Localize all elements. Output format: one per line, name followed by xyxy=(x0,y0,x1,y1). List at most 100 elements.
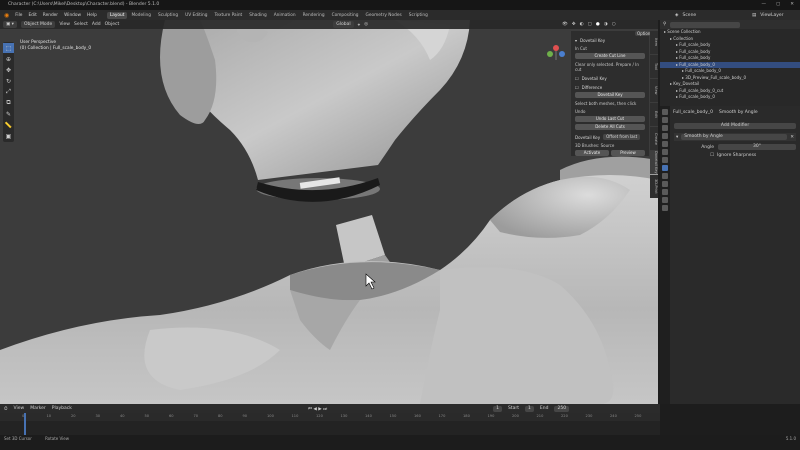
menu-window[interactable]: Window xyxy=(64,13,81,18)
tab-geometry-nodes[interactable]: Geometry Nodes xyxy=(363,12,405,19)
tab-modeling[interactable]: Modeling xyxy=(128,12,154,19)
particles-tab-icon[interactable] xyxy=(662,173,668,179)
timeline-editor-icon[interactable]: ⏱ xyxy=(4,406,8,412)
menu-marker[interactable]: Marker xyxy=(30,406,46,411)
checkbox-icon[interactable]: ☐ xyxy=(575,76,579,81)
close-button[interactable]: ✕ xyxy=(790,0,794,10)
shading-material-icon[interactable]: ◑ xyxy=(604,22,608,27)
material-tab-icon[interactable] xyxy=(662,205,668,211)
output-tab-icon[interactable] xyxy=(662,125,668,131)
shading-solid-icon[interactable]: ● xyxy=(596,22,600,27)
object-tab-icon[interactable] xyxy=(662,157,668,163)
tab-layout[interactable]: Layout xyxy=(106,11,128,19)
scale-icon[interactable]: ⤢ xyxy=(3,87,14,97)
data-tab-icon[interactable] xyxy=(662,197,668,203)
move-icon[interactable]: ✥ xyxy=(3,65,14,75)
offset-field[interactable]: Offset from last xyxy=(603,134,641,140)
cursor-icon[interactable]: ⊕ xyxy=(3,54,14,64)
outliner-search-input[interactable] xyxy=(670,21,741,28)
physics-tab-icon[interactable] xyxy=(662,181,668,187)
menu-help[interactable]: Help xyxy=(87,13,97,18)
timeline[interactable]: 0102030405060708090100110120130140150160… xyxy=(0,413,660,435)
editor-type-button[interactable]: ▣ ▾ xyxy=(3,21,17,28)
measure-icon[interactable]: 📏 xyxy=(3,120,14,130)
snap-icon[interactable]: ⌖ xyxy=(358,22,361,28)
modifier-tab-icon[interactable] xyxy=(662,165,668,171)
menu-playback[interactable]: Playback xyxy=(52,406,72,411)
world-tab-icon[interactable] xyxy=(662,149,668,155)
tab-tool[interactable]: Tool xyxy=(650,55,658,78)
tab-rendering[interactable]: Rendering xyxy=(300,12,328,19)
view-layer-tab-icon[interactable] xyxy=(662,133,668,139)
select-box-icon[interactable]: ⬚ xyxy=(3,43,14,53)
option-row[interactable]: ☐ Difference xyxy=(575,85,645,90)
tab-edit[interactable]: Edit xyxy=(650,103,658,126)
section-header[interactable]: ▾ Dovetail Key xyxy=(575,38,645,43)
constraints-tab-icon[interactable] xyxy=(662,189,668,195)
menu-add[interactable]: Add xyxy=(92,22,101,27)
checkbox-icon[interactable]: ☐ xyxy=(575,85,579,90)
add-cube-icon[interactable]: ▣ xyxy=(3,131,14,141)
tab-uv-editing[interactable]: UV Editing xyxy=(182,12,210,19)
scene-selector[interactable]: ◈ Scene xyxy=(675,13,696,18)
checkbox-icon[interactable]: ☐ xyxy=(710,153,714,158)
add-modifier-button[interactable]: Add Modifier xyxy=(674,123,796,129)
visibility-icon[interactable]: 👁 xyxy=(562,22,568,27)
filter-icon[interactable]: ⚲ xyxy=(663,22,666,27)
undo-last-cut-button[interactable]: Undo Last Cut xyxy=(575,116,645,122)
dovetail-key-button[interactable]: Dovetail Key xyxy=(575,92,645,98)
playback-controls[interactable]: ⏮ ◀ ▶ ⏭ xyxy=(308,406,327,412)
maximize-button[interactable]: ▢ xyxy=(776,0,780,10)
end-frame-field[interactable]: 250 xyxy=(554,405,570,412)
tab-shading[interactable]: Shading xyxy=(246,12,269,19)
tab-scripting[interactable]: Scripting xyxy=(406,12,431,19)
blender-logo-icon[interactable]: ◉ xyxy=(4,12,9,19)
tab-3d-print[interactable]: 3D-Print xyxy=(650,175,658,198)
close-icon[interactable]: ✕ xyxy=(790,135,794,140)
delete-all-cuts-button[interactable]: Delete All Cuts xyxy=(575,124,645,130)
scene-tab-icon[interactable] xyxy=(662,141,668,147)
menu-view[interactable]: View xyxy=(59,22,70,27)
3d-viewport[interactable] xyxy=(0,20,658,404)
tab-dovetail-key[interactable]: Dovetail Key xyxy=(650,151,658,174)
tab-view[interactable]: View xyxy=(650,79,658,102)
activate-button[interactable]: Activate xyxy=(575,150,609,156)
tab-texture-paint[interactable]: Texture Paint xyxy=(212,12,246,19)
playhead[interactable] xyxy=(24,413,26,435)
angle-field[interactable]: 30° xyxy=(718,144,796,150)
current-frame-field[interactable]: 1 xyxy=(493,405,503,412)
proportional-icon[interactable]: ◎ xyxy=(364,22,368,27)
menu-file[interactable]: File xyxy=(15,13,22,18)
outliner-item[interactable]: ▸ Full_scale_body_0 xyxy=(660,94,800,101)
annotate-icon[interactable]: ✎ xyxy=(3,109,14,119)
shading-rendered-icon[interactable]: ○ xyxy=(612,22,616,27)
section-header[interactable]: ☐ Dovetail Key xyxy=(575,76,645,81)
tab-animation[interactable]: Animation xyxy=(271,12,299,19)
rotate-icon[interactable]: ↻ xyxy=(3,76,14,86)
overlay-toggle-icon[interactable]: ◐ xyxy=(580,22,584,27)
menu-select[interactable]: Select xyxy=(74,22,88,27)
chevron-down-icon[interactable]: ▾ xyxy=(676,135,678,140)
tab-item[interactable]: Item xyxy=(650,31,658,54)
transform-icon[interactable]: ⧉ xyxy=(3,98,14,108)
navigation-gizmo[interactable] xyxy=(545,38,567,64)
mode-selector[interactable]: Object Mode xyxy=(20,21,56,28)
modifier-name-field[interactable]: Smooth by Angle xyxy=(681,134,788,140)
gizmo-toggle-icon[interactable]: ✥ xyxy=(572,22,576,27)
tab-sculpting[interactable]: Sculpting xyxy=(155,12,181,19)
render-tab-icon[interactable] xyxy=(662,117,668,123)
minimize-button[interactable]: — xyxy=(761,0,766,10)
tool-tab-icon[interactable] xyxy=(662,109,668,115)
ignore-sharpness-row[interactable]: ☐ Ignore Sharpness xyxy=(710,153,796,158)
transform-orientation[interactable]: Global xyxy=(333,21,354,28)
start-frame-field[interactable]: 1 xyxy=(525,405,534,412)
tab-compositing[interactable]: Compositing xyxy=(329,12,362,19)
menu-edit[interactable]: Edit xyxy=(28,13,36,18)
view-layer-selector[interactable]: ▤ ViewLayer xyxy=(752,13,784,18)
menu-render[interactable]: Render xyxy=(43,13,58,18)
menu-object[interactable]: Object xyxy=(105,22,120,27)
create-cut-line-button[interactable]: Create Cut Line xyxy=(575,53,645,59)
preview-button[interactable]: Preview xyxy=(611,150,645,156)
menu-view[interactable]: View xyxy=(14,406,25,411)
tab-create[interactable]: Create xyxy=(650,127,658,150)
